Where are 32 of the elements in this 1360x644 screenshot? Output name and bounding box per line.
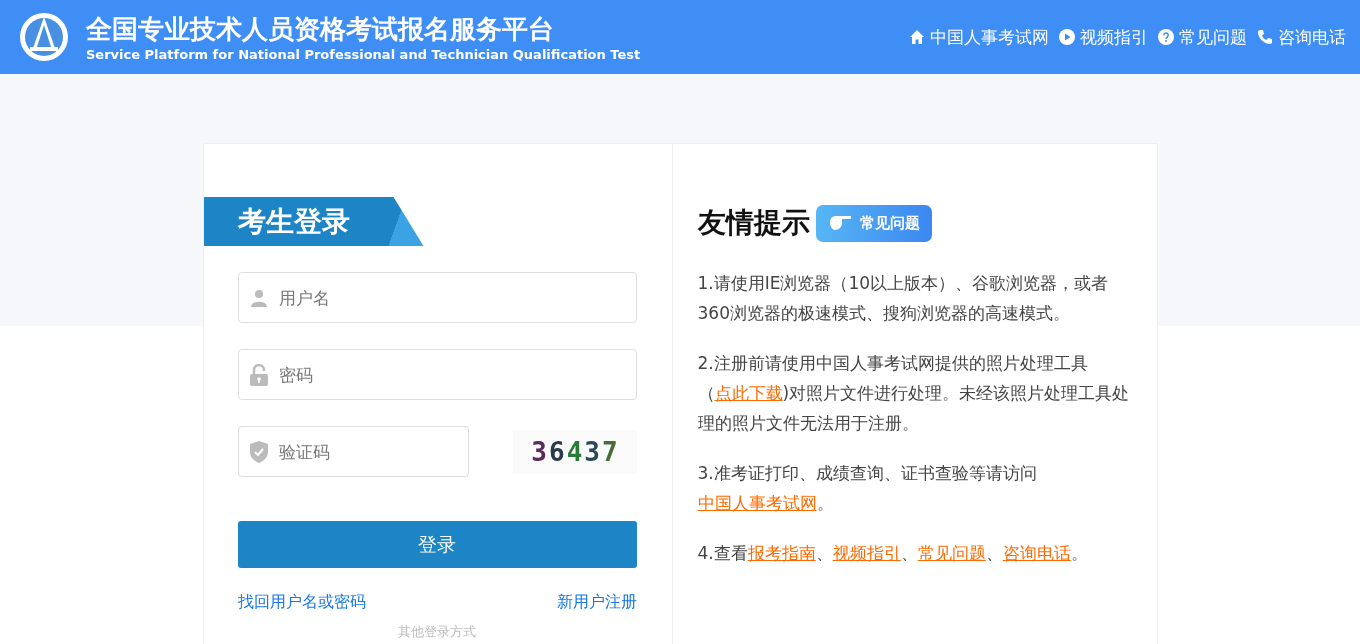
- nav-link[interactable]: 视频指引: [1059, 25, 1148, 49]
- help-icon: [1158, 29, 1174, 45]
- tip-link[interactable]: 点此下载: [714, 383, 783, 403]
- site-title: 全国专业技术人员资格考试报名服务平台: [86, 12, 555, 45]
- link[interactable]: 找回用户名或密码: [237, 592, 366, 613]
- login-title-banner: 考生登录: [203, 197, 424, 246]
- tip-link[interactable]: 报考指南: [747, 543, 816, 563]
- link[interactable]: 新用户注册: [556, 592, 637, 613]
- tip-link[interactable]: 视频指引: [832, 543, 901, 563]
- nav-link[interactable]: 常见问题: [1158, 25, 1247, 49]
- login-button[interactable]: 登录: [237, 521, 637, 568]
- phone-icon: [1257, 29, 1273, 45]
- tip-paragraph: 3.准考证打印、成绩查询、证书查验等请访问 中国人事考试网。: [697, 462, 1038, 515]
- play-icon: [1059, 29, 1075, 45]
- home-icon: [909, 29, 925, 45]
- nav-link[interactable]: 咨询电话: [1257, 25, 1346, 49]
- input-field[interactable]: 密码: [237, 349, 637, 400]
- tip-paragraph: 4.查看报考指南、视频指引、常见问题、咨询电话。: [697, 542, 1089, 565]
- nav-link[interactable]: 中国人事考试网: [909, 25, 1049, 49]
- input-field[interactable]: 用户名: [237, 272, 637, 323]
- captcha-image[interactable]: 36437: [512, 429, 637, 474]
- other-login-label: 其他登录方式: [397, 623, 477, 641]
- tip-link[interactable]: 咨询电话: [1002, 543, 1071, 563]
- tip-link[interactable]: 常见问题: [917, 543, 986, 563]
- faq-button[interactable]: 常见问题: [815, 204, 932, 242]
- tip-link[interactable]: 中国人事考试网: [697, 493, 817, 513]
- site-subtitle: Service Platform for National Professional and Technician Qualification Test: [86, 46, 641, 62]
- tip-paragraph: 2.注册前请使用中国人事考试网提供的照片处理工具（点此下载)对照片文件进行处理。未经该照片处理工具处理的照片文件无法用于注册。: [697, 352, 1131, 435]
- tips-title: 友情提示: [697, 205, 810, 241]
- input-field[interactable]: 验证码: [237, 426, 469, 477]
- logo-icon: [18, 11, 70, 63]
- tip-paragraph: 1.请使用IE浏览器（10以上版本）、谷歌浏览器，或者360浏览器的极速模式、搜狗浏览器的高速模式。: [697, 272, 1110, 325]
